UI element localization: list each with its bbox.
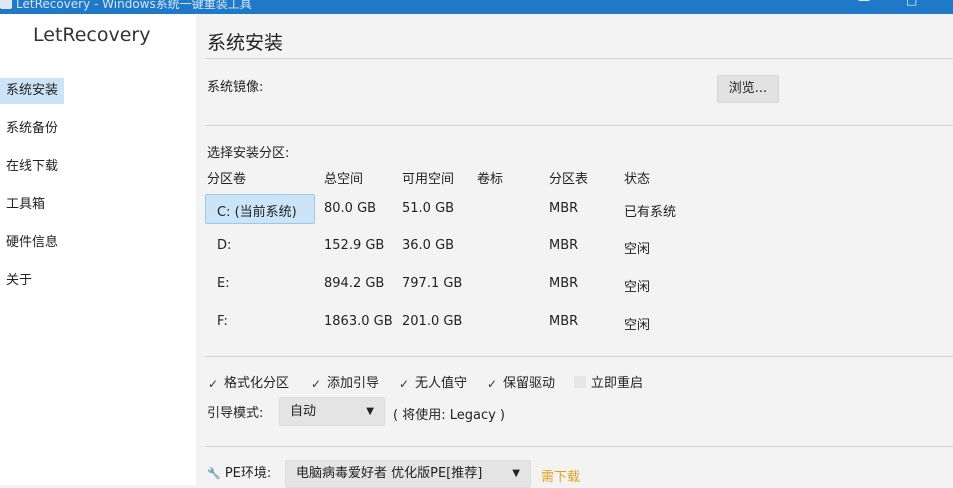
partition-volume[interactable]: C: (当前系统) (217, 201, 297, 220)
format-partition-checkbox[interactable]: ✓ 格式化分区 (207, 372, 289, 391)
image-label: 系统镜像: (207, 80, 264, 95)
title-bar: LetRecovery - Windows系统一键重装工具 — □ (0, 0, 953, 14)
browse-button[interactable]: 浏览... (717, 75, 779, 103)
partition-table: MBR (549, 276, 579, 291)
dropdown-arrow-icon: ▼ (366, 406, 374, 417)
partition-table: MBR (549, 314, 579, 329)
checkmark-icon: ✓ (310, 377, 322, 391)
sidebar-item-download[interactable]: 在线下载 (0, 154, 64, 180)
partition-total: 894.2 GB (324, 276, 385, 291)
divider (205, 125, 953, 126)
window-title: LetRecovery - Windows系统一键重装工具 (16, 0, 252, 11)
sidebar-item-backup[interactable]: 系统备份 (0, 116, 64, 142)
partition-status: 已有系统 (624, 205, 677, 220)
divider (205, 58, 953, 59)
divider (205, 446, 953, 447)
partition-table: MBR (549, 238, 579, 253)
partition-status: 空闲 (624, 318, 651, 333)
sidebar-item-toolbox[interactable]: 工具箱 (0, 192, 51, 218)
app-icon (0, 0, 12, 9)
pe-environment-value: 电脑病毒爱好者 优化版PE[推荐] (296, 466, 483, 481)
partition-free: 51.0 GB (402, 201, 455, 216)
download-required-hint: 需下载 (541, 470, 581, 485)
add-boot-checkbox[interactable]: ✓ 添加引导 (310, 372, 379, 391)
main-panel: 系统安装 系统镜像: 浏览... 选择安装分区: 分区卷 总空间 可用空间 卷标… (197, 14, 953, 488)
boot-mode-note: ( 将使用: Legacy ) (393, 408, 505, 423)
sidebar-item-hardware[interactable]: 硬件信息 (0, 230, 64, 256)
sidebar-item-install[interactable]: 系统安装 (0, 78, 65, 104)
minimize-icon[interactable]: — (858, 0, 870, 7)
app-brand: LetRecovery (33, 24, 151, 46)
partition-free: 201.0 GB (402, 314, 463, 329)
checkmark-icon: ✓ (398, 377, 410, 391)
pe-label: PE环境: (224, 466, 272, 481)
partition-volume[interactable]: F: (217, 314, 228, 329)
partition-total: 80.0 GB (324, 201, 377, 216)
partition-section-label: 选择安装分区: (207, 146, 290, 161)
page-title: 系统安装 (207, 32, 284, 54)
divider (205, 356, 953, 357)
partition-free: 797.1 GB (402, 276, 463, 291)
boot-mode-select[interactable]: 自动 ▼ (279, 397, 385, 426)
sidebar: LetRecovery 系统安装 系统备份 在线下载 工具箱 硬件信息 关于 (0, 14, 196, 485)
boot-mode-label: 引导模式: (207, 406, 264, 421)
checkmark-icon: ✓ (486, 377, 498, 391)
boot-mode-value: 自动 (290, 404, 317, 419)
partition-status: 空闲 (624, 280, 651, 295)
header-status: 状态 (624, 172, 651, 187)
partition-volume[interactable]: D: (217, 238, 231, 253)
partition-total: 152.9 GB (324, 238, 385, 253)
checkmark-icon: ✓ (207, 377, 219, 391)
empty-checkbox-icon (574, 376, 586, 388)
header-total: 总空间 (324, 172, 364, 187)
partition-free: 36.0 GB (402, 238, 455, 253)
header-volume: 分区卷 (207, 172, 247, 187)
unattended-checkbox[interactable]: ✓ 无人值守 (398, 372, 467, 391)
reboot-now-checkbox[interactable]: 立即重启 (574, 372, 643, 391)
keep-drivers-checkbox[interactable]: ✓ 保留驱动 (486, 372, 555, 391)
pe-label-group: 🔧 PE环境: (207, 462, 271, 481)
wrench-icon: 🔧 (207, 467, 221, 480)
partition-status: 空闲 (624, 242, 651, 257)
pe-environment-select[interactable]: 电脑病毒爱好者 优化版PE[推荐] ▼ (285, 460, 531, 488)
dropdown-arrow-icon: ▼ (512, 468, 520, 479)
partition-total: 1863.0 GB (324, 314, 393, 329)
partition-volume[interactable]: E: (217, 276, 230, 291)
partition-table: MBR (549, 201, 579, 216)
header-free: 可用空间 (402, 172, 455, 187)
header-label: 卷标 (477, 172, 504, 187)
sidebar-item-about[interactable]: 关于 (0, 268, 38, 294)
header-partition-table: 分区表 (549, 172, 589, 187)
maximize-icon[interactable]: □ (906, 0, 917, 7)
